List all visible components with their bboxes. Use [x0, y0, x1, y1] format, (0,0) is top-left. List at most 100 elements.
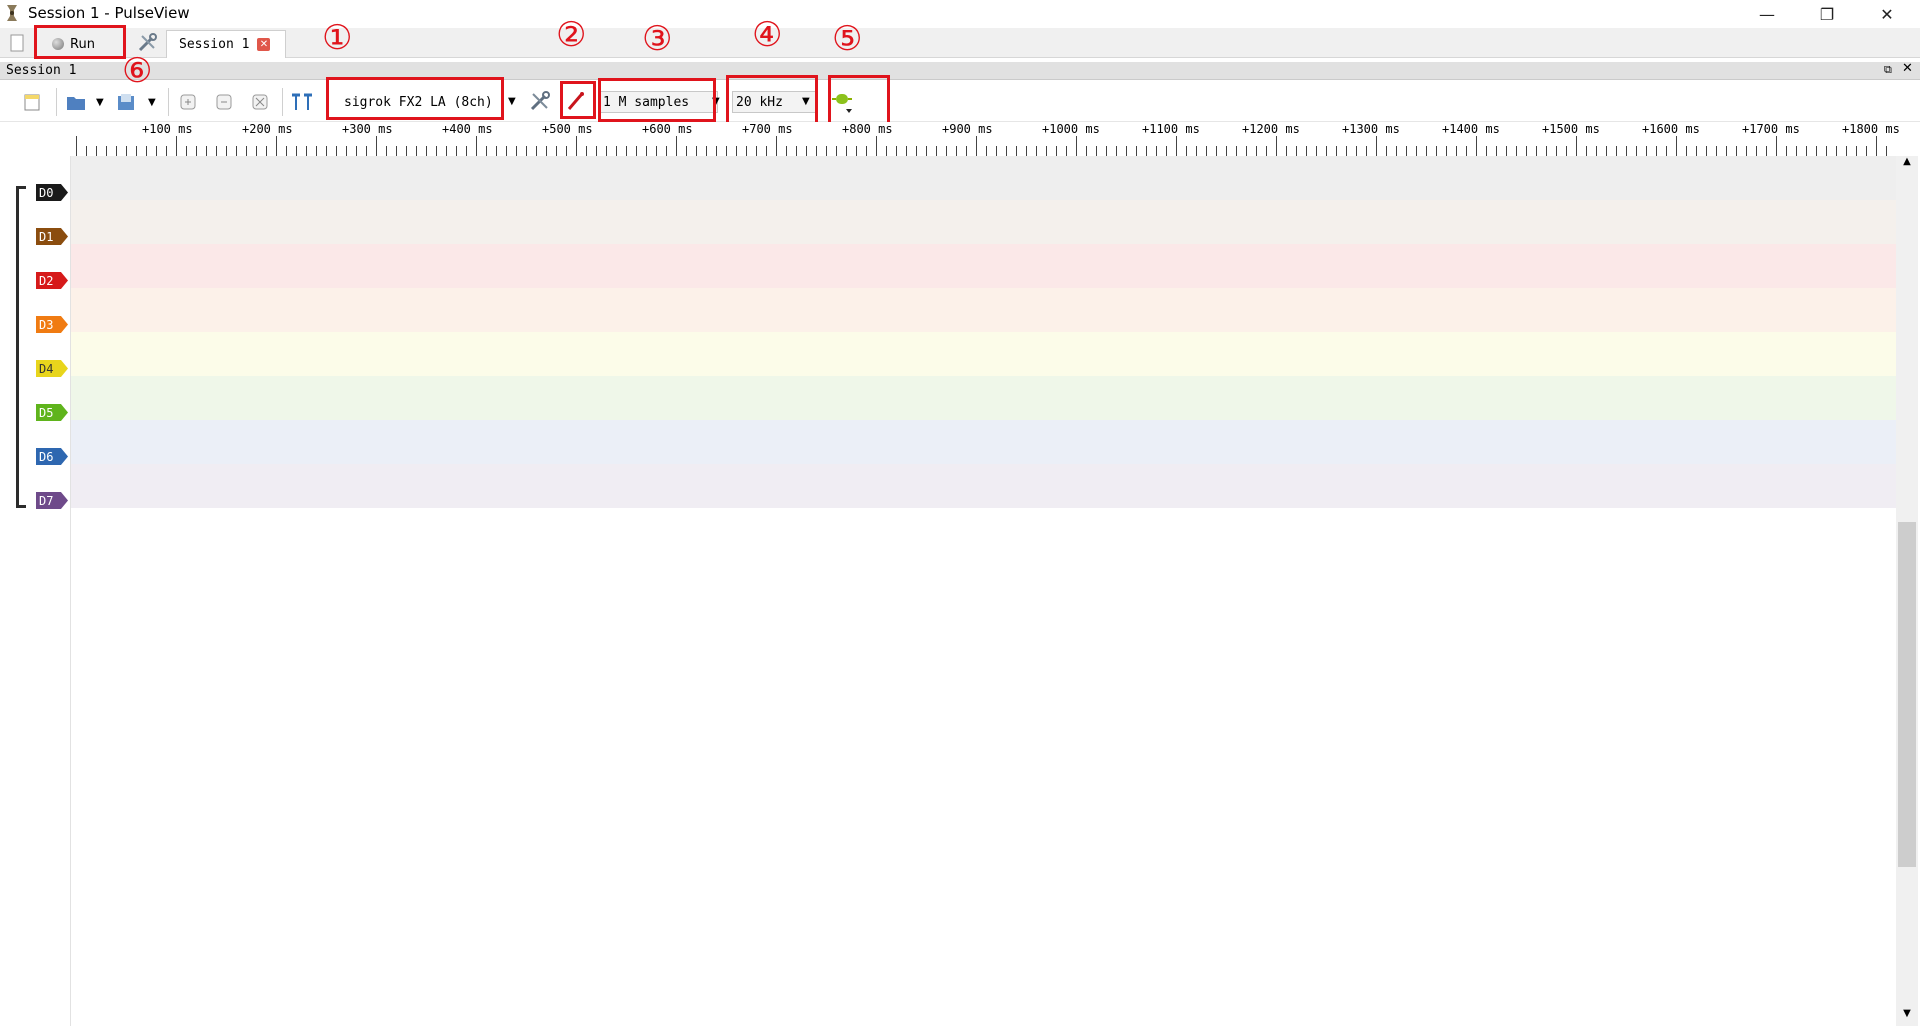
ruler-tick: [1236, 146, 1237, 156]
ruler-tick: [656, 146, 657, 156]
callout-2: ②: [556, 15, 587, 55]
callout-6: ⑥: [122, 51, 153, 91]
channel-label-d1[interactable]: D1: [36, 228, 68, 245]
dock-close-button[interactable]: ✕: [1902, 61, 1913, 76]
ruler-tick: [786, 146, 787, 156]
channel-label-d7[interactable]: D7: [36, 492, 68, 509]
ruler-tick: [186, 146, 187, 156]
ruler-label: +600 ms: [642, 122, 693, 136]
scroll-up-arrow[interactable]: ▲: [1898, 156, 1916, 172]
annotation-box-samples: [598, 78, 716, 122]
ruler-tick: [1546, 146, 1547, 156]
ruler-label: +1400 ms: [1442, 122, 1500, 136]
ruler-tick: [1806, 146, 1807, 156]
device-dropdown-arrow[interactable]: ▼: [508, 96, 516, 107]
ruler-tick: [1656, 146, 1657, 156]
new-session-button[interactable]: [20, 90, 44, 114]
dock-float-button[interactable]: ⧉: [1884, 63, 1892, 77]
ruler-tick: [846, 146, 847, 156]
callout-4: ④: [752, 15, 783, 55]
ruler-tick: [456, 146, 457, 156]
trace-lane-d7[interactable]: [71, 464, 1897, 508]
ruler-tick: [1886, 146, 1887, 156]
channel-label-d6[interactable]: D6: [36, 448, 68, 465]
ruler-tick: [126, 146, 127, 156]
ruler-tick: [1356, 146, 1357, 156]
scroll-down-arrow[interactable]: ▼: [1898, 1008, 1916, 1024]
zoom-in-button[interactable]: [176, 90, 200, 114]
close-tab-icon[interactable]: ✕: [257, 38, 271, 51]
ruler-tick: [1516, 146, 1517, 156]
minimize-button[interactable]: —: [1740, 0, 1794, 28]
save-dropdown-arrow[interactable]: ▼: [148, 97, 156, 108]
callout-5: ⑤: [832, 19, 863, 59]
save-icon: [118, 94, 134, 110]
ruler-tick: [1506, 146, 1507, 156]
trace-lane-d2[interactable]: [71, 244, 1897, 288]
channel-label-d0[interactable]: D0: [36, 184, 68, 201]
open-file-button[interactable]: [64, 90, 88, 114]
ruler-tick: [1556, 146, 1557, 156]
folder-open-icon: [67, 97, 85, 110]
ruler-tick: [1216, 146, 1217, 156]
ruler-tick: [616, 146, 617, 156]
ruler-label: +1600 ms: [1642, 122, 1700, 136]
open-dropdown-arrow[interactable]: ▼: [96, 97, 104, 108]
new-file-icon: [24, 94, 40, 111]
ruler-tick: [1466, 146, 1467, 156]
main-tab-bar: [0, 28, 1920, 58]
device-config-button[interactable]: [528, 89, 552, 113]
save-button[interactable]: [114, 90, 138, 114]
cursors-icon: [292, 93, 312, 110]
ruler-tick: [1446, 146, 1447, 156]
channel-label-d3[interactable]: D3: [36, 316, 68, 333]
ruler-tick: [996, 146, 997, 156]
ruler-tick: [636, 146, 637, 156]
ruler-tick: [1156, 146, 1157, 156]
tab-session-1[interactable]: Session 1 ✕: [166, 30, 286, 58]
ruler-tick: [1536, 146, 1537, 156]
ruler-tick: [1796, 146, 1797, 156]
ruler-tick: [886, 146, 887, 156]
ruler-tick: [96, 146, 97, 156]
channel-label-d2[interactable]: D2: [36, 272, 68, 289]
ruler-tick: [816, 146, 817, 156]
close-window-button[interactable]: ✕: [1860, 0, 1914, 28]
ruler-tick: [286, 146, 287, 156]
ruler-tick: [1346, 146, 1347, 156]
ruler-tick: [666, 146, 667, 156]
show-cursors-button[interactable]: [290, 90, 314, 114]
ruler-tick: [496, 146, 497, 156]
ruler-label: +1500 ms: [1542, 122, 1600, 136]
ruler-label: +700 ms: [742, 122, 793, 136]
ruler-tick: [1726, 146, 1727, 156]
trace-lane-d3[interactable]: [71, 288, 1897, 332]
ruler-tick: [516, 146, 517, 156]
ruler-tick: [416, 146, 417, 156]
trace-lane-d4[interactable]: [71, 332, 1897, 376]
ruler-tick: [1646, 146, 1647, 156]
trace-view[interactable]: [70, 156, 1897, 1026]
zoom-fit-button[interactable]: [248, 90, 272, 114]
ruler-tick: [1766, 146, 1767, 156]
ruler-tick: [1866, 146, 1867, 156]
channel-label-d5[interactable]: D5: [36, 404, 68, 421]
channel-label-d4[interactable]: D4: [36, 360, 68, 377]
trace-lane-d0[interactable]: [71, 156, 1897, 200]
scrollbar-thumb[interactable]: [1898, 522, 1916, 867]
trace-lane-d5[interactable]: [71, 376, 1897, 420]
trace-lane-d1[interactable]: [71, 200, 1897, 244]
ruler-tick: [236, 146, 237, 156]
ruler-tick: [1246, 146, 1247, 156]
ruler-label: +1000 ms: [1042, 122, 1100, 136]
ruler-label: +1300 ms: [1342, 122, 1400, 136]
zoom-out-button[interactable]: [212, 90, 236, 114]
ruler-tick: [646, 146, 647, 156]
ruler-tick: [826, 146, 827, 156]
ruler-tick: [1316, 146, 1317, 156]
maximize-button[interactable]: ❐: [1800, 0, 1854, 28]
time-ruler[interactable]: +100 ms +200 ms +300 ms +400 ms +500 ms +600 …: [70, 122, 1900, 156]
trace-lane-d6[interactable]: [71, 420, 1897, 464]
ruler-tick: [806, 146, 807, 156]
new-view-button[interactable]: [6, 32, 28, 54]
